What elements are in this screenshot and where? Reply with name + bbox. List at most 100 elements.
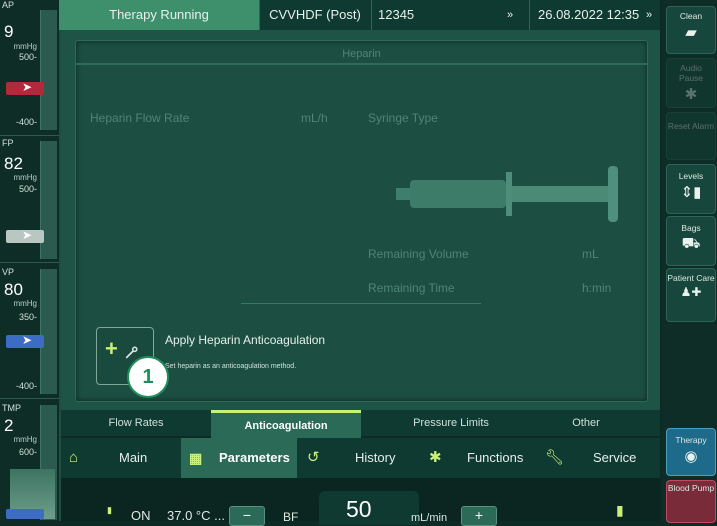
bags-button[interactable]: Bags ⛟ bbox=[666, 216, 716, 266]
dialog-title: Heparin bbox=[76, 45, 647, 65]
remaining-volume-label: Remaining Volume bbox=[368, 247, 469, 261]
history-icon: ↺ bbox=[307, 449, 320, 466]
bf-plus-button[interactable]: + bbox=[461, 506, 497, 526]
gear-icon: ✱ bbox=[429, 449, 442, 466]
nav-functions-label: Functions bbox=[467, 450, 524, 465]
chevron-right-icon[interactable]: » bbox=[507, 0, 527, 30]
nav-service[interactable]: 🔧︎ Service bbox=[543, 438, 660, 478]
battery-icon: ▮ bbox=[616, 502, 624, 518]
vp-tag: VP bbox=[2, 267, 15, 277]
tmp-tick-top: 600- bbox=[18, 447, 37, 457]
nav-service-label: Service bbox=[593, 450, 637, 465]
fp-tag: FP bbox=[2, 138, 14, 148]
wrench-icon: 🔧︎ bbox=[545, 449, 565, 466]
nav-history[interactable]: ↺ History bbox=[301, 438, 419, 478]
heparin-flow-rate-unit: mL/h bbox=[301, 111, 328, 125]
levels-button[interactable]: Levels ⇕▮ bbox=[666, 164, 716, 214]
patient-id: 12345 bbox=[371, 0, 528, 30]
clean-label: Clean bbox=[679, 11, 703, 21]
levels-label: Levels bbox=[678, 171, 704, 181]
vp-arrow-icon: ➤ bbox=[22, 333, 33, 347]
ap-tick-top: 500- bbox=[18, 52, 37, 62]
tmp-tag: TMP bbox=[2, 403, 21, 413]
nav-history-label: History bbox=[355, 450, 396, 465]
tmp-value: 2 bbox=[4, 416, 14, 435]
therapy-mode: CVVHDF (Post) bbox=[259, 0, 370, 30]
fp-unit: mmHg bbox=[13, 173, 37, 182]
ap-bar bbox=[40, 10, 57, 130]
therapy-status: Therapy Running bbox=[59, 0, 259, 30]
blood-pump-button[interactable]: Blood Pump bbox=[666, 480, 716, 523]
indicator-icon: ▮ bbox=[107, 505, 112, 515]
remaining-volume-unit: mL bbox=[582, 247, 599, 261]
main-nav: ⌂ Main ▦ Parameters ↺ History ✱ Function… bbox=[61, 438, 660, 478]
nav-parameters-label: Parameters bbox=[219, 450, 290, 465]
bags-label: Bags bbox=[681, 223, 701, 233]
ap-tag: AP bbox=[2, 0, 15, 10]
ap-value: 9 bbox=[4, 22, 14, 41]
divider bbox=[241, 303, 481, 304]
nav-main[interactable]: ⌂ Main bbox=[61, 438, 179, 478]
tab-pressure-limits[interactable]: Pressure Limits bbox=[381, 410, 521, 436]
vp-tick-bottom: -400- bbox=[15, 381, 37, 391]
bf-label: BF bbox=[283, 510, 299, 524]
bf-unit: mL/min bbox=[411, 512, 448, 524]
tmp-marker bbox=[6, 509, 44, 519]
heparin-dialog: Heparin Heparin Flow Rate mL/h Syringe T… bbox=[75, 40, 648, 402]
bags-icon: ⛟ bbox=[681, 235, 701, 252]
tmp-unit: mmHg bbox=[13, 435, 37, 444]
ap-marker: ➤ bbox=[6, 80, 44, 95]
ap-pressure-group[interactable]: AP 9 mmHg 500- -400- ➤ bbox=[0, 0, 59, 133]
main-panel: Heparin Heparin Flow Rate mL/h Syringe T… bbox=[61, 30, 660, 410]
apply-heparin-title: Apply Heparin Anticoagulation bbox=[165, 333, 326, 347]
ap-unit: mmHg bbox=[13, 42, 37, 51]
pressure-column: AP 9 mmHg 500- -400- ➤ FP 82 mmHg 500- ➤… bbox=[0, 0, 61, 521]
bf-value: 50 bbox=[346, 496, 372, 522]
remaining-time-unit: h:min bbox=[582, 281, 612, 295]
calculator-icon: ▦ bbox=[189, 450, 203, 466]
audio-pause-label: Audio Pause bbox=[678, 63, 704, 83]
chevron-right-icon-2[interactable]: » bbox=[646, 0, 660, 30]
nav-parameters[interactable]: ▦ Parameters bbox=[181, 438, 297, 478]
vp-unit: mmHg bbox=[13, 299, 37, 308]
therapy-button[interactable]: Therapy ◉ bbox=[666, 428, 716, 476]
vp-bar bbox=[40, 269, 57, 394]
tmp-pressure-group[interactable]: TMP 2 mmHg 600- bbox=[0, 398, 59, 522]
tab-flow-rates[interactable]: Flow Rates bbox=[71, 410, 201, 436]
tab-anticoagulation[interactable]: Anticoagulation bbox=[211, 410, 361, 439]
apply-heparin-description: Set heparin as an anticoagulation method… bbox=[165, 363, 297, 370]
bottom-bar: ▮ ON 37.0 °C ... − BF 50 mL/min + ▮ bbox=[61, 478, 660, 526]
blood-pump-label: Blood Pump bbox=[667, 483, 715, 493]
bf-minus-button[interactable]: − bbox=[229, 506, 265, 526]
status-bar: Therapy Running CVVHDF (Post) 12345 » 26… bbox=[59, 0, 660, 30]
patient-care-label: Patient Care bbox=[667, 273, 715, 283]
callout-badge: 1 bbox=[127, 356, 169, 398]
syringe-icon bbox=[396, 166, 618, 226]
vp-value: 80 bbox=[4, 280, 23, 299]
audio-pause-button[interactable]: Audio Pause ✱ bbox=[666, 58, 716, 108]
tab-other[interactable]: Other bbox=[531, 410, 641, 436]
vp-tick-top: 350- bbox=[18, 312, 37, 322]
patient-icon: ♟✚ bbox=[680, 285, 702, 299]
clean-button[interactable]: Clean ▰ bbox=[666, 6, 716, 54]
ap-arrow-icon: ➤ bbox=[22, 80, 33, 94]
vp-pressure-group[interactable]: VP 80 mmHg 350- -400- ➤ bbox=[0, 262, 59, 397]
fp-arrow-icon: ➤ bbox=[22, 228, 33, 242]
reset-alarm-button[interactable]: Reset Alarm bbox=[666, 112, 716, 160]
fp-pressure-group[interactable]: FP 82 mmHg 500- ➤ bbox=[0, 135, 59, 261]
levels-icon: ⇕▮ bbox=[680, 184, 702, 201]
bell-mute-icon: ✱ bbox=[684, 86, 698, 103]
nav-functions[interactable]: ✱ Functions bbox=[423, 438, 541, 478]
therapy-label: Therapy bbox=[675, 435, 707, 445]
home-icon: ⌂ bbox=[69, 449, 79, 466]
vp-marker: ➤ bbox=[6, 333, 44, 348]
nav-main-label: Main bbox=[119, 450, 148, 465]
patient-care-button[interactable]: Patient Care ♟✚ bbox=[666, 268, 716, 322]
fp-tick-top: 500- bbox=[18, 184, 37, 194]
fp-marker: ➤ bbox=[6, 228, 44, 243]
right-toolbar: Clean ▰ Audio Pause ✱ Reset Alarm Levels… bbox=[662, 0, 717, 523]
fp-value: 82 bbox=[4, 154, 23, 173]
syringe-type-label: Syringe Type bbox=[368, 111, 438, 125]
wipe-icon: ▰ bbox=[685, 24, 697, 41]
reset-alarm-label: Reset Alarm bbox=[667, 121, 715, 131]
